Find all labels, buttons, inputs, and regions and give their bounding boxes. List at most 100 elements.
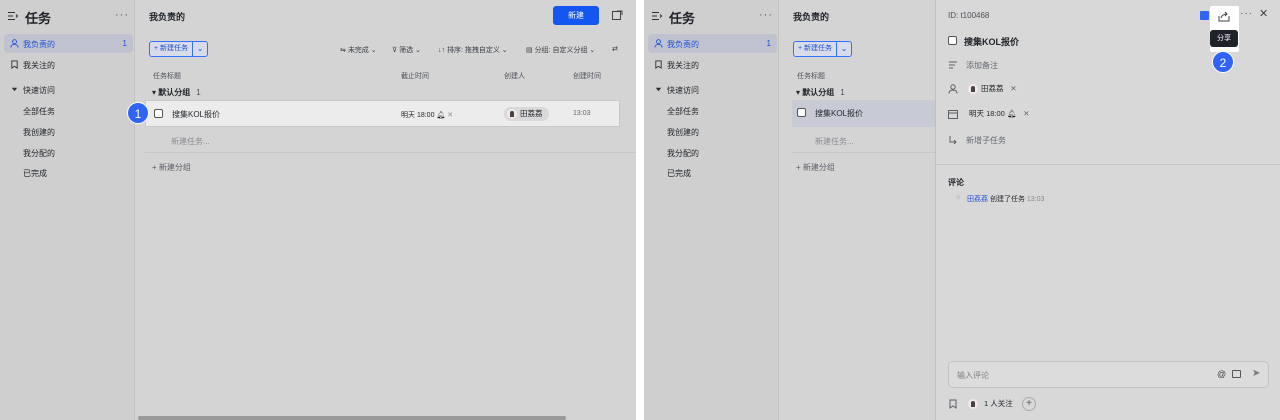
- new-button[interactable]: 新建: [553, 6, 599, 25]
- column-header-title[interactable]: 任务标题: [153, 71, 181, 81]
- new-task-input[interactable]: 新建任务...: [171, 136, 210, 147]
- comment-input[interactable]: 输入评论 @ ➤: [948, 361, 1269, 388]
- task-title[interactable]: 搜集KOL报价: [964, 35, 1019, 48]
- task-app-panel-list: 任务 ··· 我负责的 1 我关注的 快速访问 全部任务 我创建的 我分配的 已…: [0, 0, 636, 420]
- sidebar-item-all[interactable]: 全部任务: [4, 101, 133, 120]
- caret-down-icon: [655, 87, 662, 92]
- page-title: 我负责的: [793, 12, 830, 22]
- filter-label: 筛选: [399, 47, 414, 54]
- sidebar-item-label: 我关注的: [667, 61, 699, 70]
- add-note-field[interactable]: 添加备注: [966, 60, 998, 71]
- task-due[interactable]: 明天 18:00 🔔︎ ✕: [401, 110, 453, 120]
- close-icon[interactable]: ✕: [447, 112, 453, 119]
- group-button[interactable]: ▤ 分组: 自定义分组 ⌄: [526, 45, 595, 55]
- task-title[interactable]: 搜集KOL报价: [172, 109, 220, 120]
- add-task-label[interactable]: + 新建任务: [150, 42, 194, 56]
- add-task-label[interactable]: + 新建任务: [794, 42, 838, 56]
- horizontal-scrollbar[interactable]: [138, 416, 566, 420]
- remove-due-icon[interactable]: ✕: [1023, 107, 1029, 121]
- add-follower-button[interactable]: +: [1022, 397, 1036, 411]
- sidebar-item-count: 1: [766, 39, 771, 48]
- panel-divider: [636, 0, 644, 420]
- status-filter[interactable]: ⇋ 未完成 ⌄: [340, 45, 377, 55]
- sidebar-item-assigned[interactable]: 我负责的 1: [4, 34, 133, 53]
- add-subtask-button[interactable]: 新增子任务: [966, 135, 1006, 146]
- subtask-icon: [949, 136, 957, 145]
- divider: [792, 152, 940, 153]
- divider: [936, 164, 1280, 165]
- created-time: 13:03: [573, 110, 591, 117]
- group-count: 1: [840, 88, 845, 97]
- caret-down-icon: [11, 87, 18, 92]
- complete-flag-icon[interactable]: [1200, 11, 1209, 20]
- sidebar-item-assigned-by-me[interactable]: 我分配的: [648, 143, 777, 162]
- avatar: [968, 84, 978, 94]
- due-text: 明天 18:00: [969, 109, 1005, 118]
- activity-user[interactable]: 田荔荔: [967, 196, 988, 203]
- sidebar-item-done[interactable]: 已完成: [4, 163, 133, 182]
- remove-assignee-icon[interactable]: ✕: [1010, 82, 1016, 96]
- note-icon: [949, 61, 957, 69]
- sidebar-item-following[interactable]: 我关注的: [4, 55, 133, 74]
- sidebar-item-label: 我创建的: [667, 128, 699, 137]
- sidebar-item-label: 快速访问: [667, 86, 699, 95]
- activity-text: 创建了任务: [989, 196, 1025, 203]
- sidebar-item-following[interactable]: 我关注的: [648, 55, 777, 74]
- bell-icon: 🔔︎: [436, 112, 446, 119]
- filter-button[interactable]: ⊽ 筛选 ⌄: [392, 45, 421, 55]
- sidebar-item-done[interactable]: 已完成: [648, 163, 777, 182]
- divider: [145, 152, 635, 153]
- new-group-button[interactable]: + 新建分组: [152, 162, 191, 173]
- new-task-input[interactable]: 新建任务...: [815, 136, 854, 147]
- settings-icon[interactable]: ⇄: [612, 45, 618, 53]
- sidebar-item-assigned-by-me[interactable]: 我分配的: [4, 143, 133, 162]
- column-header-title[interactable]: 任务标题: [797, 71, 825, 81]
- add-task-button[interactable]: + 新建任务 ⌄: [149, 41, 209, 57]
- sidebar-item-assigned[interactable]: 我负责的 1: [648, 34, 777, 53]
- open-window-icon[interactable]: [612, 10, 623, 20]
- sidebar-item-label: 全部任务: [23, 107, 55, 116]
- table-row[interactable]: 搜集KOL报价: [792, 100, 940, 127]
- close-icon[interactable]: ✕: [1259, 7, 1268, 20]
- sort-button[interactable]: ↓↑ 排序: 拖拽自定义 ⌄: [438, 45, 508, 55]
- followers[interactable]: 1 人关注: [965, 397, 1019, 411]
- sidebar-item-created[interactable]: 我创建的: [4, 122, 133, 141]
- task-checkbox[interactable]: [948, 36, 957, 45]
- collapse-menu-icon[interactable]: [8, 11, 18, 21]
- image-icon[interactable]: [1232, 370, 1241, 378]
- new-group-button[interactable]: + 新建分组: [796, 162, 835, 173]
- user-icon: [654, 39, 663, 48]
- chevron-down-icon[interactable]: ⌄: [193, 42, 207, 56]
- due-chip[interactable]: 明天 18:00 🔔︎ ✕: [965, 107, 1035, 121]
- collapse-menu-icon[interactable]: [652, 11, 662, 21]
- sidebar-item-quick-access[interactable]: 快速访问: [648, 80, 777, 99]
- task-checkbox[interactable]: [154, 109, 163, 118]
- task-id: ID: t100468: [948, 11, 990, 20]
- table-row[interactable]: 搜集KOL报价 明天 18:00 🔔︎ ✕ 田荔荔 13:03: [145, 100, 620, 127]
- task-checkbox[interactable]: [797, 108, 806, 117]
- sidebar-item-label: 我创建的: [23, 128, 55, 137]
- follow-icon[interactable]: [948, 399, 958, 409]
- step-badge-2: 2: [1212, 51, 1234, 73]
- sidebar-item-created[interactable]: 我创建的: [648, 122, 777, 141]
- sidebar-item-all[interactable]: 全部任务: [648, 101, 777, 120]
- column-header-created[interactable]: 创建时间: [573, 71, 601, 81]
- chevron-down-icon[interactable]: ⌄: [837, 42, 851, 56]
- comment-placeholder: 输入评论: [957, 371, 989, 380]
- column-header-due[interactable]: 截止时间: [401, 71, 429, 81]
- share-icon: [1218, 11, 1230, 22]
- creator-chip[interactable]: 田荔荔: [504, 107, 549, 121]
- more-menu-icon[interactable]: ···: [115, 9, 129, 21]
- sidebar-item-label: 我关注的: [23, 61, 55, 70]
- task-title[interactable]: 搜集KOL报价: [815, 108, 863, 119]
- assignee-chip[interactable]: 田荔荔 ✕: [965, 82, 1022, 96]
- more-options-icon[interactable]: ···: [1240, 8, 1253, 19]
- more-menu-icon[interactable]: ···: [759, 9, 773, 21]
- sidebar-item-quick-access[interactable]: 快速访问: [4, 80, 133, 99]
- send-icon[interactable]: ➤: [1252, 368, 1260, 379]
- mention-icon[interactable]: @: [1217, 369, 1226, 379]
- group-header[interactable]: ▾ 默认分组 1: [796, 87, 845, 98]
- column-header-creator[interactable]: 创建人: [504, 71, 525, 81]
- group-header[interactable]: ▾ 默认分组 1: [152, 87, 201, 98]
- add-task-button[interactable]: + 新建任务 ⌄: [793, 41, 853, 57]
